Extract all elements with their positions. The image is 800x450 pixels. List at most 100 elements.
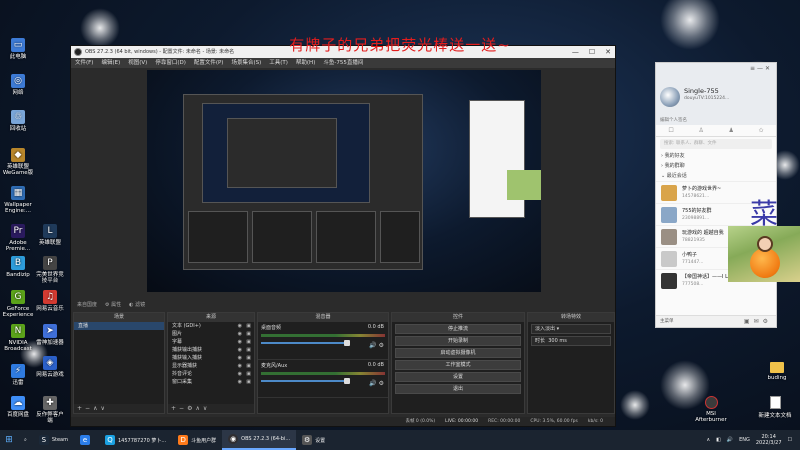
menu-tools[interactable]: 工具(T)	[269, 58, 288, 68]
desktop-icon[interactable]: ☁ 百度网盘	[2, 396, 34, 418]
menu-file[interactable]: 文件(F)	[75, 58, 93, 68]
clock[interactable]: 20:14 2022/3/27	[756, 434, 782, 446]
lock-icon[interactable]: ▣	[246, 346, 251, 354]
remove-icon[interactable]: −	[179, 405, 187, 412]
menu-help[interactable]: 帮助(H)	[296, 58, 315, 68]
chat-search-input[interactable]: 搜索: 联系人、群聊、文件	[660, 139, 772, 149]
taskbar-item-obs[interactable]: ◉ OBS 27.2.3 (64-bi...	[222, 430, 297, 450]
menu-scene-collection[interactable]: 场景集合(S)	[231, 58, 261, 68]
volume-slider[interactable]	[261, 340, 350, 346]
avatar[interactable]	[660, 87, 680, 107]
desktop-icon[interactable]: ♫ 网易云音乐	[34, 290, 66, 312]
move-down-icon[interactable]: ∨	[203, 405, 210, 412]
source-item[interactable]: 显示器捕获 ◉ ▣	[168, 362, 254, 370]
filters-button[interactable]: ◐ 滤镜	[129, 300, 145, 310]
add-icon[interactable]: +	[77, 405, 85, 412]
menu-docks[interactable]: 停靠窗口(D)	[155, 58, 186, 68]
source-item[interactable]: 图片 ◉ ▣	[168, 330, 254, 338]
search-button[interactable]: ⌕	[18, 430, 33, 450]
mail-icon[interactable]: ✉	[754, 318, 763, 325]
volume-tray-icon[interactable]: 🔊	[727, 437, 733, 443]
chat-signature[interactable]: 编辑个人签名	[660, 117, 687, 123]
language-indicator[interactable]: ENG	[739, 437, 750, 443]
eye-icon[interactable]: ◉	[238, 362, 242, 370]
move-up-icon[interactable]: ∧	[195, 405, 202, 412]
desktop-icon[interactable]: ▦ Wallpaper Engine:...	[2, 186, 34, 215]
chat-group-friends[interactable]: › 我的好友	[656, 151, 776, 161]
chat-group-recent[interactable]: ⌄ 最近会话	[656, 171, 776, 181]
obs-preview[interactable]	[147, 70, 541, 292]
gear-icon[interactable]: ⚙	[379, 342, 384, 349]
lock-icon[interactable]: ▣	[246, 322, 251, 330]
messages-tab-icon[interactable]: ☐	[668, 125, 673, 136]
transition-duration[interactable]: 时长 300 ms	[531, 336, 611, 346]
desktop-icon[interactable]: ➤ 雷神加速器	[34, 324, 66, 346]
notification-icon[interactable]: ☐	[788, 437, 792, 443]
settings-button[interactable]: 设置	[395, 372, 521, 382]
source-item[interactable]: 窗口采集 ◉ ▣	[168, 378, 254, 386]
desktop-icon[interactable]: B Bandizip	[2, 256, 34, 278]
lock-icon[interactable]: ▣	[246, 354, 251, 362]
properties-button[interactable]: ⚙ 属性	[105, 300, 121, 310]
lock-icon[interactable]: ▣	[246, 378, 251, 386]
remove-icon[interactable]: −	[85, 405, 93, 412]
tray-chevron-icon[interactable]: ∧	[706, 437, 710, 443]
scene-item[interactable]: 直播	[74, 322, 164, 330]
add-icon[interactable]: +	[171, 405, 179, 412]
volume-slider[interactable]	[261, 378, 350, 384]
stop-streaming-button[interactable]: 停止推流	[395, 324, 521, 334]
menu-edit[interactable]: 编辑(E)	[101, 58, 120, 68]
desktop-icon[interactable]: 新建文本文档	[758, 396, 792, 419]
studio-mode-button[interactable]: 工作室模式	[395, 360, 521, 370]
speaker-icon[interactable]: 🔊	[369, 342, 376, 349]
desktop-icon[interactable]: L 英雄联盟	[34, 224, 66, 246]
groups-tab-icon[interactable]: ♟	[729, 125, 734, 136]
contacts-tab-icon[interactable]: ♙	[698, 125, 703, 136]
source-item[interactable]: 文本 (GDI+) ◉ ▣	[168, 322, 254, 330]
desktop-icon[interactable]: G GeForce Experience	[2, 290, 34, 319]
space-tab-icon[interactable]: ✩	[759, 125, 764, 136]
eye-icon[interactable]: ◉	[238, 338, 242, 346]
move-down-icon[interactable]: ∨	[100, 405, 107, 412]
desktop-icon[interactable]: Pr Adobe Premie...	[2, 224, 34, 253]
desktop-icon[interactable]: ♲ 回收站	[2, 110, 34, 132]
desktop-icon[interactable]: MSI Afterburner	[694, 396, 728, 423]
source-item[interactable]: 抖音评论 ◉ ▣	[168, 370, 254, 378]
menu-icon[interactable]: ≡	[750, 65, 757, 72]
desktop-icon[interactable]: N NVIDIA Broadcast	[2, 324, 34, 353]
transition-select[interactable]: 淡入淡出 ▾	[531, 324, 611, 334]
lock-icon[interactable]: ▣	[246, 330, 251, 338]
taskbar-item-settings[interactable]: ⚙ 设置	[296, 430, 331, 450]
lock-icon[interactable]: ▣	[246, 338, 251, 346]
eye-icon[interactable]: ◉	[238, 354, 242, 362]
eye-icon[interactable]: ◉	[238, 322, 242, 330]
app-icon[interactable]: ▣	[744, 318, 754, 325]
menu-profile[interactable]: 配置文件(P)	[194, 58, 224, 68]
main-menu-button[interactable]: 主菜单	[660, 319, 674, 324]
desktop-icon[interactable]: buding	[760, 362, 794, 381]
lock-icon[interactable]: ▣	[246, 370, 251, 378]
menu-douyu[interactable]: 斗鱼-755直播间	[323, 58, 363, 68]
eye-icon[interactable]: ◉	[238, 378, 242, 386]
chat-group-groups[interactable]: › 我的群聊	[656, 161, 776, 171]
desktop-icon[interactable]: ◈ 网易云游戏	[34, 356, 66, 378]
exit-button[interactable]: 退出	[395, 384, 521, 394]
menu-view[interactable]: 视图(V)	[128, 58, 147, 68]
gear-icon[interactable]: ⚙	[379, 380, 384, 387]
source-item[interactable]: 字幕 ◉ ▣	[168, 338, 254, 346]
taskbar-item-qq[interactable]: Q 1457787270 萝卜...	[99, 430, 172, 450]
desktop-icon[interactable]: ◎ 网络	[2, 74, 34, 96]
taskbar-item-browser[interactable]: e	[74, 430, 99, 450]
network-tray-icon[interactable]: ◧	[716, 437, 721, 443]
desktop-icon[interactable]: P 完美世界竞技平台	[34, 256, 66, 285]
obs-window[interactable]: OBS 27.2.3 (64 bit, windows) - 配置文件: 未命名…	[70, 45, 616, 427]
speaker-icon[interactable]: 🔊	[369, 380, 376, 387]
eye-icon[interactable]: ◉	[238, 370, 242, 378]
start-recording-button[interactable]: 开始录制	[395, 336, 521, 346]
taskbar-item-douyu[interactable]: D 斗鱼用户群	[172, 430, 222, 450]
eye-icon[interactable]: ◉	[238, 346, 242, 354]
desktop-icon[interactable]: ◆ 英雄联盟WeGame版	[2, 148, 34, 177]
virtual-camera-button[interactable]: 启动虚拟摄像机	[395, 348, 521, 358]
taskbar-item-steam[interactable]: S Steam	[33, 430, 74, 450]
source-item[interactable]: 捕获输出捕获 ◉ ▣	[168, 346, 254, 354]
